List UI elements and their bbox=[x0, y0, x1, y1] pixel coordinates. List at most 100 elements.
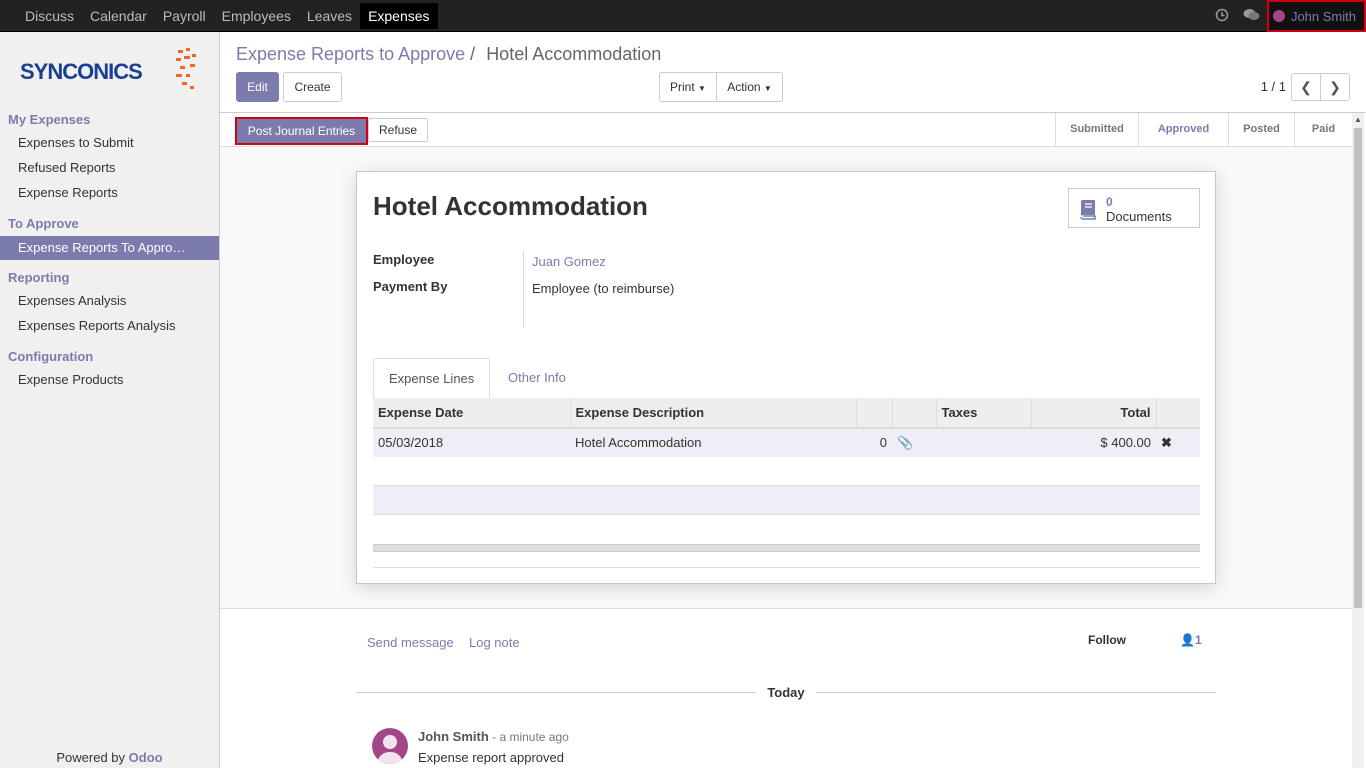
sidebar-item-expense-reports[interactable]: Expense Reports bbox=[0, 181, 219, 205]
user-avatar bbox=[1272, 10, 1285, 22]
print-dropdown[interactable]: Print ▼ bbox=[659, 72, 717, 102]
message-author-name[interactable]: John Smith bbox=[418, 729, 489, 744]
date-separator: Today bbox=[356, 685, 1216, 701]
pager-next-button[interactable]: ❯ bbox=[1320, 73, 1350, 101]
cell-taxes[interactable] bbox=[936, 428, 1031, 458]
logo-dots-icon bbox=[176, 48, 196, 89]
col-total[interactable]: Total bbox=[1031, 398, 1157, 429]
cell-total[interactable]: $ 400.00 bbox=[1031, 428, 1156, 458]
avatar[interactable] bbox=[372, 728, 408, 764]
col-taxes[interactable]: Taxes bbox=[936, 398, 1032, 429]
top-navbar: Discuss Calendar Payroll Employees Leave… bbox=[0, 0, 1366, 32]
cell-attachment-count: 0 bbox=[856, 428, 892, 458]
scrollbar-thumb[interactable] bbox=[1354, 128, 1362, 608]
sidebar: SYNCONICS My Expenses Expenses to Submit… bbox=[0, 32, 220, 768]
table-row[interactable]: 05/03/2018 Hotel Accommodation 0 📎 $ 400… bbox=[373, 428, 1200, 458]
tab-other-info[interactable]: Other Info bbox=[493, 358, 581, 399]
breadcrumb-current: Hotel Accommodation bbox=[486, 44, 662, 64]
message-body: Expense report approved bbox=[418, 750, 564, 765]
message-date: - a minute ago bbox=[488, 730, 569, 744]
cell-attachment[interactable]: 📎 bbox=[892, 428, 936, 458]
notebook-tabs: Expense Lines Other Info bbox=[373, 358, 1200, 399]
menu-employees[interactable]: Employees bbox=[214, 3, 299, 29]
log-note-button[interactable]: Log note bbox=[469, 635, 520, 650]
menu-leaves[interactable]: Leaves bbox=[299, 3, 360, 29]
table-divider bbox=[373, 567, 1200, 568]
chevron-right-icon: ❯ bbox=[1329, 79, 1341, 95]
section-configuration[interactable]: Configuration bbox=[8, 349, 93, 364]
documents-button[interactable]: 0 Documents bbox=[1068, 188, 1200, 228]
stage-posted[interactable]: Posted bbox=[1228, 113, 1294, 146]
table-footer bbox=[373, 545, 1200, 552]
clock-icon[interactable] bbox=[1207, 8, 1237, 25]
breadcrumb-parent[interactable]: Expense Reports to Approve bbox=[236, 44, 465, 64]
app-menu: Discuss Calendar Payroll Employees Leave… bbox=[17, 3, 438, 29]
expense-lines-table: Expense Date Expense Description Taxes T… bbox=[373, 398, 1200, 458]
user-name: John Smith bbox=[1290, 8, 1356, 24]
refuse-button[interactable]: Refuse bbox=[368, 118, 428, 142]
menu-calendar[interactable]: Calendar bbox=[82, 3, 155, 29]
sidebar-item-expense-products[interactable]: Expense Products bbox=[0, 368, 219, 392]
pager-previous-button[interactable]: ❮ bbox=[1291, 73, 1321, 101]
col-delete bbox=[1156, 398, 1200, 429]
stage-approved[interactable]: Approved bbox=[1138, 113, 1228, 146]
empty-row bbox=[373, 457, 1200, 486]
systray: John Smith bbox=[1207, 0, 1366, 32]
tab-expense-lines[interactable]: Expense Lines bbox=[373, 358, 491, 399]
col-expense-description[interactable]: Expense Description bbox=[570, 398, 857, 429]
odoo-link[interactable]: Odoo bbox=[129, 750, 163, 765]
cell-expense-date[interactable]: 05/03/2018 bbox=[373, 428, 570, 458]
sidebar-item-expenses-to-submit[interactable]: Expenses to Submit bbox=[0, 131, 219, 155]
chat-icon[interactable] bbox=[1237, 8, 1267, 25]
person-icon bbox=[377, 735, 403, 764]
print-label: Print bbox=[670, 80, 695, 94]
menu-payroll[interactable]: Payroll bbox=[155, 3, 214, 29]
post-journal-entries-button[interactable]: Post Journal Entries bbox=[235, 117, 368, 145]
section-my-expenses[interactable]: My Expenses bbox=[8, 112, 90, 127]
powered-by: Powered by Odoo bbox=[0, 750, 219, 765]
section-to-approve[interactable]: To Approve bbox=[8, 216, 79, 231]
sidebar-item-refused-reports[interactable]: Refused Reports bbox=[0, 156, 219, 180]
pager-value[interactable]: 1 / 1 bbox=[1261, 79, 1286, 94]
cell-delete[interactable]: ✖ bbox=[1156, 428, 1200, 458]
caret-down-icon: ▼ bbox=[763, 84, 772, 93]
edit-button[interactable]: Edit bbox=[236, 72, 279, 102]
send-message-button[interactable]: Send message bbox=[367, 635, 454, 650]
cell-expense-description[interactable]: Hotel Accommodation bbox=[570, 428, 856, 458]
message-author: John Smith - a minute ago bbox=[418, 729, 569, 744]
documents-count: 0 bbox=[1106, 195, 1113, 209]
form-statusbar: Post Journal Entries Refuse Submitted Ap… bbox=[220, 113, 1352, 147]
sidebar-item-expenses-reports-analysis[interactable]: Expenses Reports Analysis bbox=[0, 314, 219, 338]
menu-expenses[interactable]: Expenses bbox=[360, 3, 438, 29]
user-menu[interactable]: John Smith bbox=[1266, 0, 1366, 32]
paperclip-icon[interactable]: 📎 bbox=[897, 435, 913, 450]
payment-by-label: Payment By bbox=[373, 279, 448, 294]
logo-text: SYNCONICS bbox=[20, 59, 143, 84]
stage-submitted[interactable]: Submitted bbox=[1055, 113, 1138, 146]
record-title: Hotel Accommodation bbox=[373, 191, 648, 221]
employee-value[interactable]: Juan Gomez bbox=[532, 254, 606, 269]
stage-paid[interactable]: Paid bbox=[1294, 113, 1352, 146]
col-expense-date[interactable]: Expense Date bbox=[373, 398, 571, 429]
breadcrumb-separator: / bbox=[470, 44, 476, 64]
form-sheet: Hotel Accommodation 0 Documents Employee… bbox=[356, 171, 1216, 584]
follow-button[interactable]: Follow bbox=[1088, 633, 1126, 647]
create-button[interactable]: Create bbox=[283, 72, 342, 102]
caret-down-icon: ▼ bbox=[698, 84, 706, 93]
section-reporting[interactable]: Reporting bbox=[8, 270, 69, 285]
payment-by-value: Employee (to reimburse) bbox=[532, 281, 675, 296]
empty-row bbox=[373, 486, 1200, 515]
scrollbar[interactable]: ▲ bbox=[1352, 113, 1364, 768]
employee-label: Employee bbox=[373, 252, 435, 267]
delete-icon[interactable]: ✖ bbox=[1161, 435, 1172, 450]
action-label: Action bbox=[727, 80, 761, 94]
user-icon: 👤 bbox=[1180, 633, 1195, 647]
documents-label: Documents bbox=[1106, 209, 1172, 224]
followers-button[interactable]: 👤1 bbox=[1180, 633, 1202, 647]
menu-discuss[interactable]: Discuss bbox=[17, 3, 82, 29]
sidebar-item-expense-reports-to-approve[interactable]: Expense Reports To Appro… bbox=[0, 236, 219, 260]
scroll-up-icon[interactable]: ▲ bbox=[1352, 115, 1364, 124]
action-dropdown[interactable]: Action ▼ bbox=[716, 72, 783, 102]
sidebar-item-expenses-analysis[interactable]: Expenses Analysis bbox=[0, 289, 219, 313]
followers-count: 1 bbox=[1194, 633, 1202, 647]
